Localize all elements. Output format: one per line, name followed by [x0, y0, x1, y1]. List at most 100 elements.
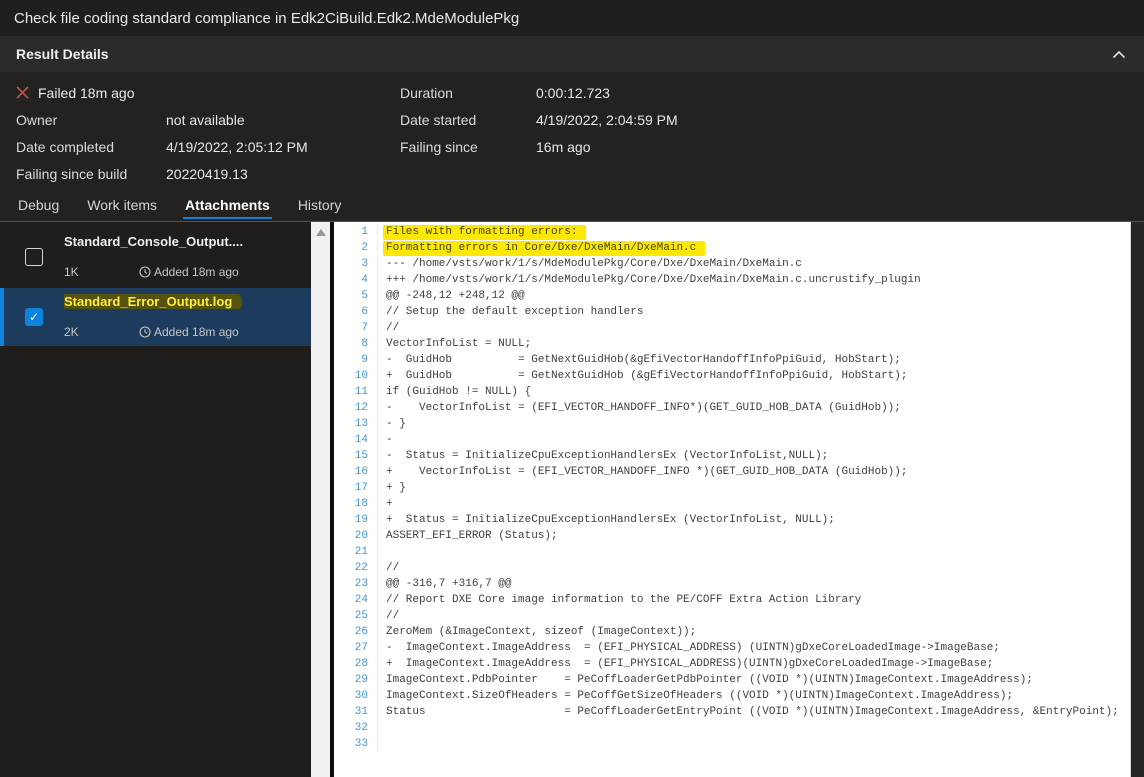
log-line-text: - Status = InitializeCpuExceptionHandler…	[378, 448, 828, 464]
log-line: 19+ Status = InitializeCpuExceptionHandl…	[334, 512, 1130, 528]
log-line: 7//	[334, 320, 1130, 336]
attachment-added-text: Added 18m ago	[154, 325, 239, 339]
log-line-number: 17	[334, 480, 378, 496]
log-line-text: Formatting errors in Core/Dxe/DxeMain/Dx…	[378, 240, 705, 256]
attachments-content: Standard_Console_Output....1KAdded 18m a…	[0, 222, 1144, 777]
log-line-number: 29	[334, 672, 378, 688]
log-line-number: 24	[334, 592, 378, 608]
detail-field-row: Failing since16m ago	[400, 133, 960, 160]
tab-history[interactable]: History	[296, 196, 344, 219]
log-line: 29ImageContext.PdbPointer = PeCoffLoader…	[334, 672, 1130, 688]
log-line-number: 33	[334, 736, 378, 752]
log-line-number: 25	[334, 608, 378, 624]
attachment-row[interactable]: ✓ Standard_Error_Output.log 2K Added 18m ag…	[0, 288, 311, 346]
detail-field-label: Duration	[400, 85, 536, 101]
log-line-text: - VectorInfoList = (EFI_VECTOR_HANDOFF_I…	[378, 400, 901, 416]
log-line: 27- ImageContext.ImageAddress = (EFI_PHY…	[334, 640, 1130, 656]
detail-field-label: Failing since build	[16, 166, 166, 182]
attachment-checkbox[interactable]: ✓	[25, 308, 43, 326]
log-line-number: 32	[334, 720, 378, 736]
log-line-number: 26	[334, 624, 378, 640]
log-line-text: //	[378, 608, 399, 624]
log-line-number: 2	[334, 240, 378, 256]
right-edge-gutter	[1130, 222, 1144, 777]
scroll-up-arrow[interactable]	[316, 229, 326, 236]
log-line-text: //	[378, 560, 399, 576]
log-highlighted-text: Formatting errors in Core/Dxe/DxeMain/Dx…	[383, 241, 705, 256]
status-row: Failed 18m ago	[16, 79, 400, 106]
log-line: 32	[334, 720, 1130, 736]
log-line: 16+ VectorInfoList = (EFI_VECTOR_HANDOFF…	[334, 464, 1130, 480]
log-line: 2 Formatting errors in Core/Dxe/DxeMain/D…	[334, 240, 1130, 256]
log-line-number: 27	[334, 640, 378, 656]
chevron-up-icon[interactable]	[1112, 50, 1126, 59]
clock-icon	[139, 326, 151, 338]
log-line: 25//	[334, 608, 1130, 624]
detail-field-value: not available	[166, 112, 245, 128]
log-line-number: 20	[334, 528, 378, 544]
attachment-checkbox[interactable]	[25, 248, 43, 266]
log-line: 23@@ -316,7 +316,7 @@	[334, 576, 1130, 592]
log-line-text: if (GuidHob != NULL) {	[378, 384, 531, 400]
details-right-column: Duration0:00:12.723Date started4/19/2022…	[400, 79, 960, 196]
detail-field-label: Failing since	[400, 139, 536, 155]
log-scrollbar[interactable]	[311, 222, 330, 777]
attachment-info: Standard_Error_Output.log 2K Added 18m ago	[64, 288, 311, 346]
detail-field-label: Date completed	[16, 139, 166, 155]
log-line: 20ASSERT_EFI_ERROR (Status);	[334, 528, 1130, 544]
log-line: 11if (GuidHob != NULL) {	[334, 384, 1130, 400]
log-line: 26ZeroMem (&ImageContext, sizeof (ImageC…	[334, 624, 1130, 640]
log-line: 15- Status = InitializeCpuExceptionHandl…	[334, 448, 1130, 464]
attachment-added: Added 18m ago	[139, 325, 239, 339]
log-line-text: ASSERT_EFI_ERROR (Status);	[378, 528, 558, 544]
log-line-text: @@ -248,12 +248,12 @@	[378, 288, 525, 304]
log-line-text: - ImageContext.ImageAddress = (EFI_PHYSI…	[378, 640, 1000, 656]
result-details-panel: Failed 18m ago Ownernot availableDate co…	[0, 72, 1144, 196]
detail-field-row: Failing since build20220419.13	[16, 160, 400, 187]
log-line-text: - GuidHob = GetNextGuidHob(&gEfiVectorHa…	[378, 352, 901, 368]
tab-work-items[interactable]: Work items	[85, 196, 159, 219]
log-line-number: 7	[334, 320, 378, 336]
attachment-size: 1K	[64, 265, 139, 279]
log-line-number: 1	[334, 224, 378, 240]
log-line: 3--- /home/vsts/work/1/s/MdeModulePkg/Co…	[334, 256, 1130, 272]
tab-debug[interactable]: Debug	[16, 196, 61, 219]
tab-bar: Debug Work items Attachments History	[0, 196, 1144, 222]
log-line-number: 3	[334, 256, 378, 272]
result-details-header[interactable]: Result Details	[0, 36, 1144, 72]
log-line-number: 22	[334, 560, 378, 576]
tab-attachments[interactable]: Attachments	[183, 196, 272, 219]
log-line-text: --- /home/vsts/work/1/s/MdeModulePkg/Cor…	[378, 256, 802, 272]
log-line: 21	[334, 544, 1130, 560]
clock-icon	[139, 266, 151, 278]
detail-field-label: Date started	[400, 112, 536, 128]
status-text: Failed 18m ago	[38, 85, 135, 101]
window-title-bar: Check file coding standard compliance in…	[0, 0, 1144, 36]
log-line-number: 9	[334, 352, 378, 368]
log-highlighted-text: Files with formatting errors:	[383, 225, 586, 240]
log-line-text: // Setup the default exception handlers	[378, 304, 643, 320]
attachment-name[interactable]: Standard_Console_Output....	[64, 234, 303, 249]
attachment-row[interactable]: Standard_Console_Output.... 1KAdded 18m a…	[0, 228, 311, 286]
log-line: 5@@ -248,12 +248,12 @@	[334, 288, 1130, 304]
attachment-checkbox-cell: ✓	[4, 288, 64, 346]
log-line-number: 15	[334, 448, 378, 464]
attachment-size: 2K	[64, 325, 139, 339]
log-line: 33	[334, 736, 1130, 752]
attachment-added: Added 18m ago	[139, 265, 239, 279]
log-line-text: + ImageContext.ImageAddress = (EFI_PHYSI…	[378, 656, 993, 672]
log-line-number: 30	[334, 688, 378, 704]
log-line-text	[378, 544, 386, 560]
log-line: 22//	[334, 560, 1130, 576]
log-line-text: ImageContext.SizeOfHeaders = PeCoffGetSi…	[378, 688, 1013, 704]
log-line: 30ImageContext.SizeOfHeaders = PeCoffGet…	[334, 688, 1130, 704]
log-line: 1 Files with formatting errors:	[334, 224, 1130, 240]
log-line: 12- VectorInfoList = (EFI_VECTOR_HANDOFF…	[334, 400, 1130, 416]
log-line: 13- }	[334, 416, 1130, 432]
attachment-name[interactable]: Standard_Error_Output.log	[64, 294, 303, 309]
log-viewer[interactable]: 1 Files with formatting errors: 2 Formattin…	[334, 222, 1130, 777]
log-line-text: // Report DXE Core image information to …	[378, 592, 861, 608]
log-line: 24// Report DXE Core image information t…	[334, 592, 1130, 608]
log-line-number: 21	[334, 544, 378, 560]
page-title: Check file coding standard compliance in…	[14, 10, 519, 27]
